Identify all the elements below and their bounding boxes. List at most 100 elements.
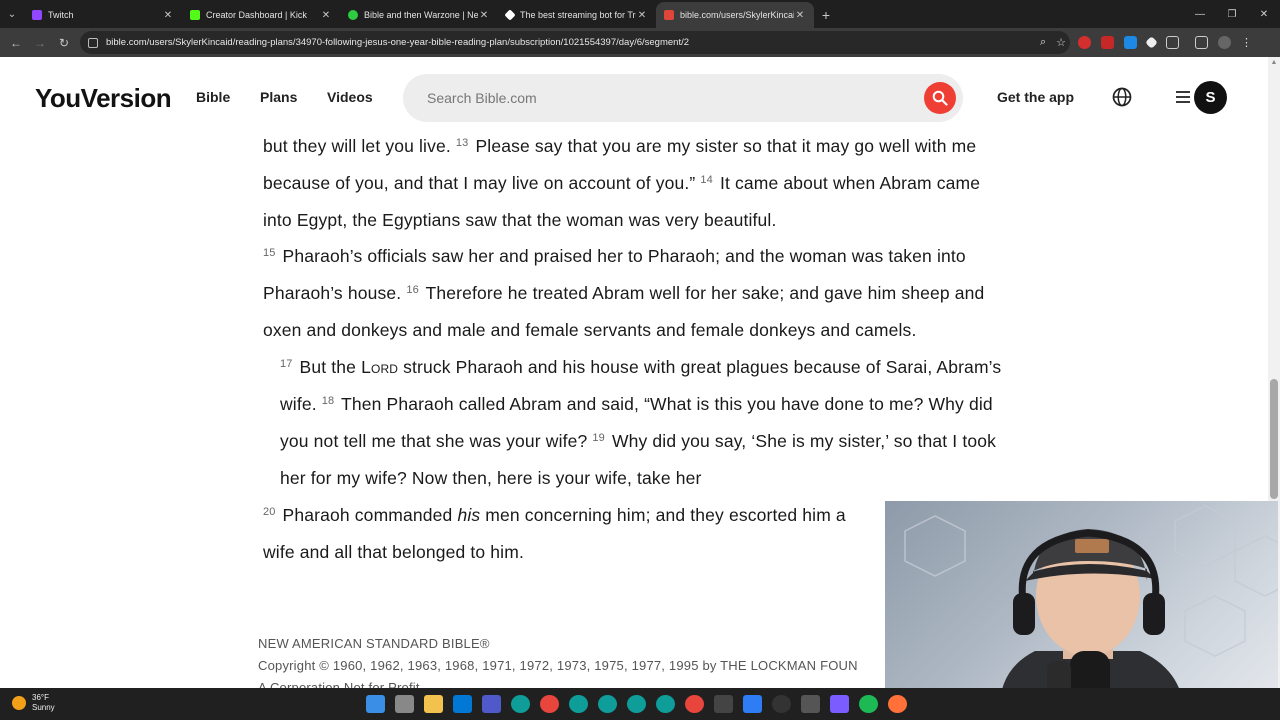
verse-number: 17: [280, 358, 293, 370]
site-info-icon[interactable]: [88, 37, 98, 48]
spotify-icon[interactable]: [859, 695, 878, 713]
address-bar[interactable]: bible.com/users/SkylerKincaid/reading-pl…: [80, 31, 1070, 54]
passage-paragraph: but they will let you live. 13 Please sa…: [263, 128, 1008, 239]
window-controls: — ❐ ✕: [1184, 0, 1280, 28]
verse-number: 19: [592, 432, 605, 444]
passage-paragraph: 17 But the Lord struck Pharaoh and his h…: [263, 349, 1008, 497]
extension-red-icon[interactable]: [1078, 36, 1091, 49]
extension-diamond-icon[interactable]: [1145, 36, 1158, 49]
weather-temperature: 36°F: [32, 693, 49, 702]
user-avatar[interactable]: S: [1194, 81, 1227, 114]
tab-close-icon[interactable]: ✕: [320, 10, 332, 21]
edge-profile-4-icon[interactable]: [656, 695, 675, 713]
edge-icon[interactable]: [511, 695, 530, 713]
close-window-icon[interactable]: ✕: [1248, 0, 1280, 28]
back-icon[interactable]: ←: [4, 31, 28, 55]
browser-tab-strip: ⌄ Twitch ✕ Creator Dashboard | Kick ✕ Bi…: [0, 0, 1280, 28]
verse-text: but they will let you live.: [263, 136, 456, 156]
discord-icon[interactable]: [830, 695, 849, 713]
outlook-icon[interactable]: [453, 695, 472, 713]
weather-widget[interactable]: 36°F Sunny: [12, 693, 55, 713]
search-icon: [932, 90, 948, 106]
scrollbar-thumb[interactable]: [1270, 379, 1278, 499]
firefox-icon[interactable]: [888, 695, 907, 713]
italic-word: his: [457, 505, 481, 525]
verse-number: 15: [263, 247, 276, 259]
tab-close-icon[interactable]: ✕: [794, 10, 806, 21]
new-tab-button[interactable]: +: [814, 2, 838, 28]
twitch-favicon-icon: [32, 10, 42, 20]
start-menu-icon[interactable]: [366, 695, 385, 713]
browser-menu-icon[interactable]: ⋮: [1241, 36, 1252, 49]
notes-icon[interactable]: [743, 695, 762, 713]
tab-title: The best streaming bot for Tro: [520, 10, 636, 20]
scroll-up-icon[interactable]: ▲: [1270, 59, 1278, 66]
tab-bible-com[interactable]: bible.com/users/SkylerKincaid/ ✕: [656, 2, 814, 28]
teams-icon[interactable]: [482, 695, 501, 713]
extensions-area: ⋮: [1078, 31, 1252, 54]
browser-toolbar: ← → ↻ bible.com/users/SkylerKincaid/read…: [0, 28, 1280, 57]
tab-title: Twitch: [48, 10, 74, 20]
tab-search-dropdown[interactable]: ⌄: [0, 0, 24, 28]
extension-record-icon[interactable]: [1101, 36, 1114, 49]
chrome-profile-icon[interactable]: [685, 695, 704, 713]
obs-icon[interactable]: [772, 695, 791, 713]
minimize-icon[interactable]: —: [1184, 0, 1216, 28]
sun-icon: [12, 696, 26, 710]
edge-profile-3-icon[interactable]: [627, 695, 646, 713]
youversion-logo[interactable]: YouVersion: [35, 83, 172, 114]
verse-number: 18: [321, 395, 335, 407]
profile-avatar-icon[interactable]: [1218, 36, 1231, 49]
version-name: NEW AMERICAN STANDARD BIBLE®: [258, 636, 490, 651]
task-view-icon[interactable]: [395, 695, 414, 713]
restore-icon[interactable]: ❐: [1216, 0, 1248, 28]
chrome-icon[interactable]: [540, 695, 559, 713]
reload-icon[interactable]: ↻: [52, 31, 76, 55]
file-explorer-icon[interactable]: [424, 695, 443, 713]
zoom-icon[interactable]: ⌕: [1040, 36, 1046, 49]
side-panel-icon[interactable]: [1195, 36, 1208, 49]
verse-text: wife and all that belonged to him.: [263, 542, 524, 562]
hamburger-menu-icon[interactable]: [1175, 89, 1191, 105]
globe-icon[interactable]: [1112, 87, 1132, 107]
tab-close-icon[interactable]: ✕: [478, 10, 490, 21]
verse-number: 20: [263, 506, 276, 518]
tab-stream[interactable]: Bible and then Warzone | New ✕: [340, 2, 498, 28]
passage-paragraph: 15 Pharaoh’s officials saw her and prais…: [263, 238, 1008, 349]
verse-text: But the: [294, 357, 362, 377]
verse-number: 13: [455, 137, 469, 149]
get-the-app-link[interactable]: Get the app: [997, 89, 1074, 105]
search-bar: [403, 74, 963, 122]
diamond-favicon-icon: [504, 9, 516, 21]
extension-blue-icon[interactable]: [1124, 36, 1137, 49]
extensions-puzzle-icon[interactable]: [1166, 36, 1179, 49]
tab-title: Bible and then Warzone | New: [364, 10, 478, 20]
nav-bible[interactable]: Bible: [196, 89, 230, 105]
edge-profile-2-icon[interactable]: [598, 695, 617, 713]
verse-text: Pharaoh commanded: [277, 505, 458, 525]
tab-close-icon[interactable]: ✕: [636, 10, 648, 21]
windows-taskbar: 36°F Sunny: [0, 688, 1280, 720]
tab-title: Creator Dashboard | Kick: [206, 10, 307, 20]
forward-icon[interactable]: →: [28, 31, 52, 55]
edge-profile-icon[interactable]: [569, 695, 588, 713]
tab-kick-dashboard[interactable]: Creator Dashboard | Kick ✕: [182, 2, 340, 28]
nav-plans[interactable]: Plans: [260, 89, 297, 105]
verse-text: men concerning him; and they escorted hi…: [480, 505, 846, 525]
search-button[interactable]: [924, 82, 956, 114]
url-text: bible.com/users/SkylerKincaid/reading-pl…: [106, 37, 690, 48]
app-badge-icon[interactable]: [714, 695, 733, 713]
tab-title: bible.com/users/SkylerKincaid/: [680, 10, 794, 20]
nav-videos[interactable]: Videos: [327, 89, 373, 105]
tab-streaming-bot[interactable]: The best streaming bot for Tro ✕: [498, 2, 656, 28]
tab-close-icon[interactable]: ✕: [162, 10, 174, 21]
copyright-line: Copyright © 1960, 1962, 1963, 1968, 1971…: [258, 658, 858, 673]
bookmark-star-icon[interactable]: ☆: [1056, 36, 1066, 49]
weather-condition: Sunny: [32, 703, 55, 712]
search-input[interactable]: [427, 86, 907, 110]
bible-favicon-icon: [664, 10, 674, 20]
kick-favicon-icon: [190, 10, 200, 20]
app-icon[interactable]: [801, 695, 820, 713]
tab-twitch[interactable]: Twitch ✕: [24, 2, 182, 28]
taskbar-apps: [366, 695, 907, 713]
